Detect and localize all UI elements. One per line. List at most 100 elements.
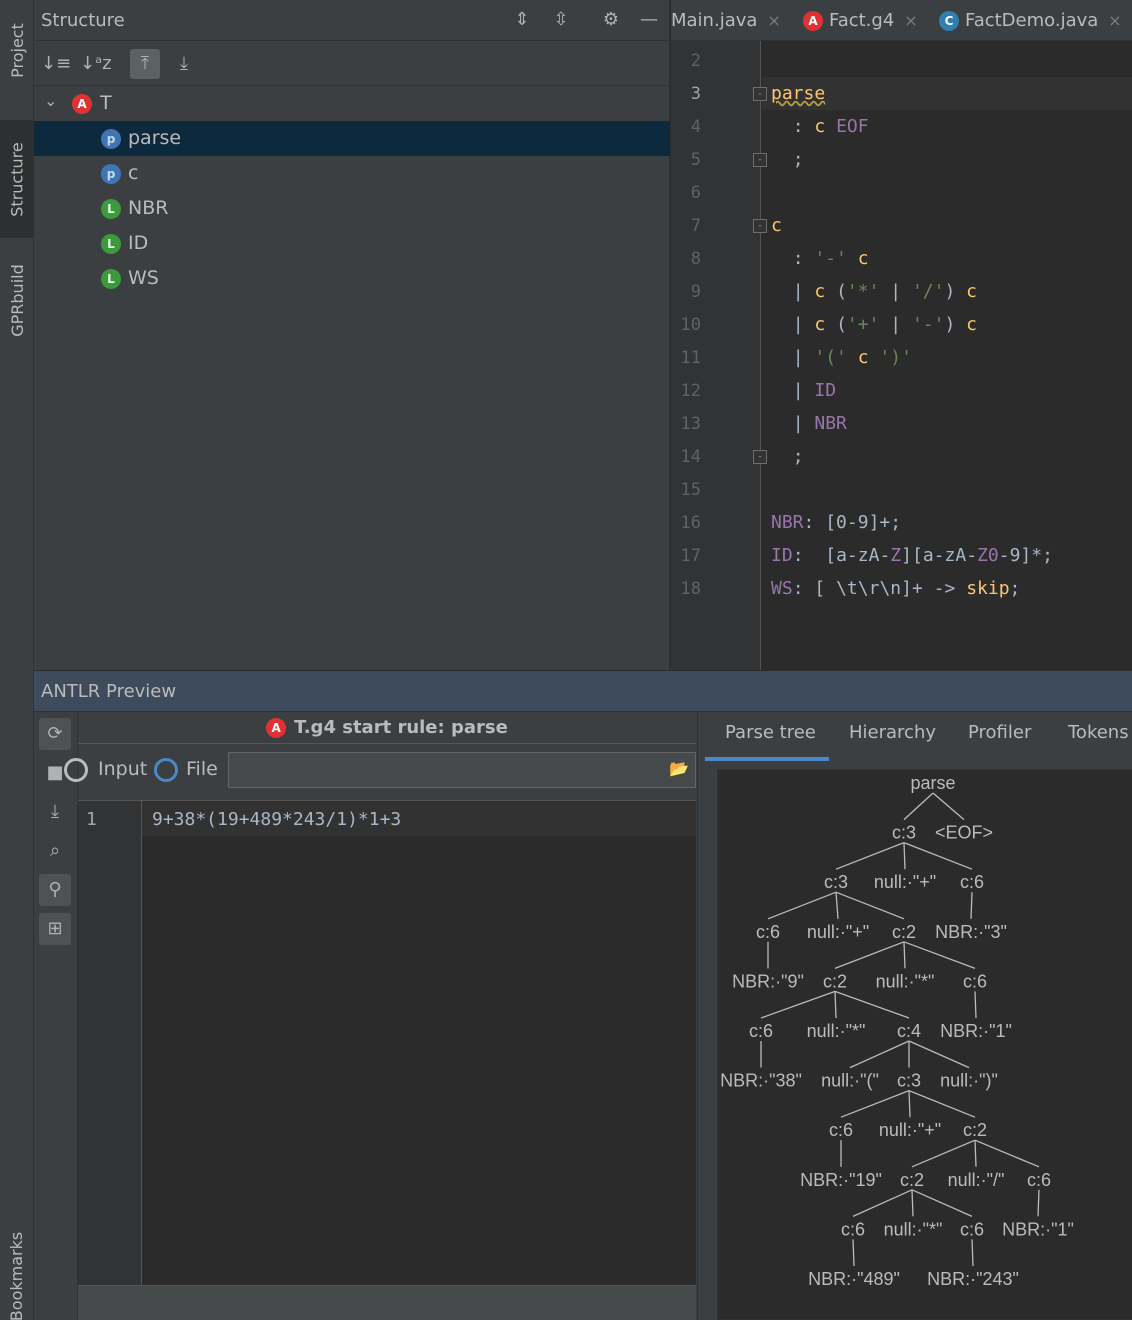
tab-hierarchy[interactable]: Hierarchy (849, 722, 936, 743)
tab-parse-tree[interactable]: Parse tree (725, 722, 816, 743)
collapse-all-icon[interactable]: ⇳ (549, 8, 573, 32)
fold-close-icon[interactable]: - (753, 153, 767, 167)
hierarchy-icon[interactable]: ⊞ (39, 913, 71, 945)
tree-node[interactable]: null:·"+" (874, 872, 936, 892)
tree-node[interactable]: null:·"*" (884, 1219, 943, 1239)
tree-node[interactable]: parse (910, 773, 955, 793)
parse-tree-diagram: parse c:3 <EOF> c:3 null:·"+" c:6 c:6 null:·"+"… (720, 773, 1074, 1289)
tree-node[interactable]: null:·"(" (821, 1071, 879, 1091)
tree-item-label: parse (128, 127, 182, 149)
horizontal-scrollbar[interactable] (78, 1285, 696, 1320)
tree-item-id[interactable]: L ID (34, 226, 670, 261)
tree-node[interactable]: NBR:·"3" (935, 922, 1007, 942)
refresh-icon[interactable]: ⟳ (39, 718, 71, 750)
navigate-from-source-icon[interactable]: ⤒ (130, 49, 160, 79)
close-icon[interactable]: × (904, 11, 917, 30)
line-number: 11 (680, 348, 701, 368)
tree-node[interactable]: NBR:·"243" (927, 1269, 1019, 1289)
input-text[interactable]: 9+38*(19+489*243/1)*1+3 (152, 809, 401, 830)
tree-node[interactable]: c:6 (960, 1219, 984, 1239)
tree-item-ws[interactable]: L WS (34, 261, 670, 296)
tree-node[interactable]: NBR:·"1" (940, 1021, 1012, 1041)
file-radio-label[interactable]: File (186, 758, 218, 780)
expand-all-icon[interactable]: ⇕ (510, 8, 534, 32)
minimize-icon[interactable]: — (637, 8, 661, 32)
tree-node[interactable]: c:2 (892, 922, 916, 942)
tree-node[interactable]: c:6 (841, 1219, 865, 1239)
chevron-down-icon[interactable]: ⌄ (44, 91, 57, 110)
fold-close-icon[interactable]: - (753, 450, 767, 464)
tree-item-parse[interactable]: p parse (34, 121, 670, 156)
file-radio[interactable] (154, 758, 178, 782)
tree-node[interactable]: null:·"*" (876, 971, 935, 991)
tree-item-c[interactable]: p c (34, 156, 670, 191)
gear-icon[interactable]: ⚙ (599, 8, 623, 32)
code-token: : (792, 578, 804, 599)
tree-node[interactable]: NBR:·"489" (808, 1269, 900, 1289)
code-token: ) (944, 281, 956, 302)
tree-node[interactable]: NBR:·"1" (1002, 1219, 1074, 1239)
bookmarks-tool-tab[interactable]: Bookmarks (0, 1231, 34, 1320)
tree-icon[interactable]: ⚲ (39, 874, 71, 906)
code-token: r (868, 578, 880, 599)
tree-node[interactable]: null:·")" (940, 1071, 998, 1091)
project-tool-tab[interactable]: Project (0, 0, 34, 100)
code-token: a (922, 545, 934, 566)
tree-node[interactable]: null:·"*" (807, 1021, 866, 1041)
search-icon[interactable]: ⌕ (39, 835, 71, 867)
close-icon[interactable]: × (767, 11, 780, 30)
tree-node[interactable]: c:2 (900, 1170, 924, 1190)
tree-node[interactable]: c:6 (963, 971, 987, 991)
tab-main-java[interactable]: Main.java × (671, 0, 781, 40)
tree-node[interactable]: c:6 (960, 872, 984, 892)
close-icon[interactable]: × (1108, 11, 1121, 30)
folder-icon[interactable]: 📂 (669, 759, 691, 778)
antlr-preview-header: ANTLR Preview (34, 671, 1132, 712)
input-radio-label[interactable]: Input (98, 758, 147, 780)
sort-alpha-icon[interactable]: ↓ᵃz (80, 49, 112, 79)
tree-node[interactable]: null:·"+" (879, 1120, 941, 1140)
code-line: | c ('*' | '/') c (771, 281, 977, 302)
tree-node[interactable]: c:2 (963, 1120, 987, 1140)
parse-tree-view[interactable]: parse c:3 <EOF> c:3 null:·"+" c:6 c:6 null:·"+"… (717, 769, 1132, 1320)
tree-node[interactable]: c:6 (829, 1120, 853, 1140)
tree-node[interactable]: NBR:·"9" (732, 971, 804, 991)
input-editor[interactable]: 1 9+38*(19+489*243/1)*1+3 (78, 800, 696, 1286)
tree-node[interactable]: c:2 (823, 971, 847, 991)
tree-edge (835, 841, 905, 870)
tab-fact-g4[interactable]: A Fact.g4 × (803, 0, 918, 40)
tab-factdemo-java[interactable]: C FactDemo.java × (939, 0, 1122, 40)
tree-node[interactable]: c:3 (824, 872, 848, 892)
tree-item-nbr[interactable]: L NBR (34, 191, 670, 226)
tree-node[interactable]: c:3 (892, 823, 916, 843)
line-number: 12 (680, 381, 701, 401)
code-token: | (792, 380, 804, 401)
tree-node[interactable]: null:·"+" (807, 922, 869, 942)
tab-profiler[interactable]: Profiler (968, 722, 1031, 743)
navigate-to-source-icon[interactable]: ⤓ (169, 49, 199, 79)
fold-open-icon[interactable]: - (753, 87, 767, 101)
tree-node[interactable]: c:3 (897, 1071, 921, 1091)
scroll-to-icon[interactable]: ⤓ (39, 796, 71, 828)
tree-node[interactable]: null:·"/" (948, 1170, 1005, 1190)
structure-tool-tab[interactable]: Structure (0, 120, 34, 238)
input-radio[interactable] (64, 758, 88, 782)
fold-open-icon[interactable]: - (753, 219, 767, 233)
file-path-input[interactable]: 📂 (228, 752, 696, 788)
tree-node[interactable]: NBR:·"38" (720, 1071, 802, 1091)
tree-node[interactable]: c:4 (897, 1021, 921, 1041)
tree-node[interactable]: c:6 (756, 922, 780, 942)
line-number: 4 (690, 117, 701, 137)
tree-node[interactable]: c:6 (1027, 1170, 1051, 1190)
tree-root-row[interactable]: ⌄ A T (34, 86, 670, 121)
gprbuild-tool-tab[interactable]: GPRbuild (0, 248, 34, 353)
tab-tokens[interactable]: Tokens (1068, 722, 1129, 743)
tree-node[interactable]: c:6 (749, 1021, 773, 1041)
sort-by-type-icon[interactable]: ↓≡ (41, 49, 71, 79)
tree-node[interactable]: NBR:·"19" (800, 1170, 882, 1190)
tree-node[interactable]: <EOF> (935, 823, 993, 843)
